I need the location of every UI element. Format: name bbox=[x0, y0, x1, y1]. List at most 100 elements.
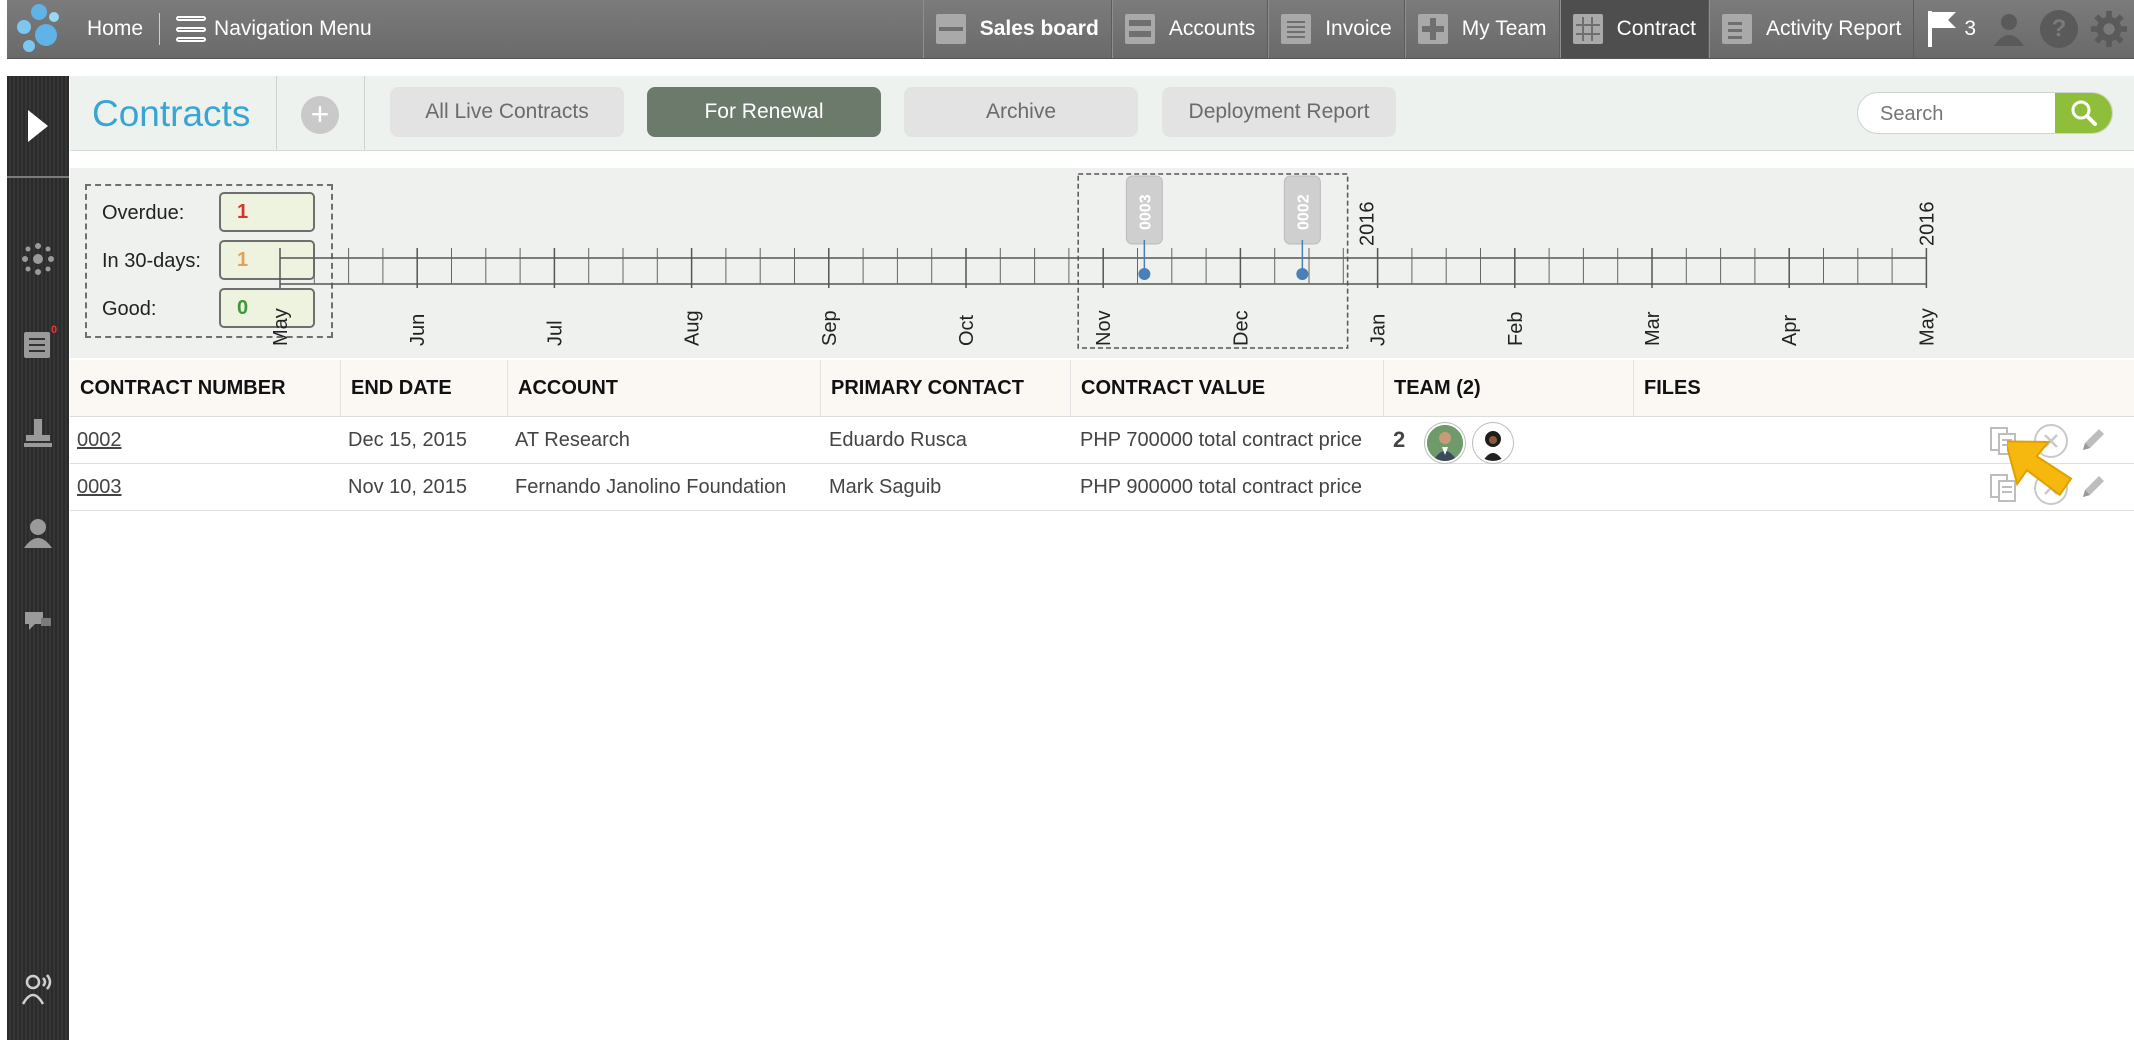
top-navigation-bar: Home Navigation Menu Sales board Account… bbox=[7, 0, 2134, 58]
tab-all-live-contracts[interactable]: All Live Contracts bbox=[390, 87, 624, 137]
activity-report-icon bbox=[1721, 14, 1752, 44]
timeline-marker-label: 0003 bbox=[1137, 194, 1154, 230]
user-icon[interactable] bbox=[7, 516, 69, 550]
contract-value-cell: PHP 900000 total contract price bbox=[1080, 476, 1363, 498]
notifications-flag[interactable]: 3 bbox=[1914, 9, 1984, 49]
timeline-month-label: Feb bbox=[1505, 312, 1527, 346]
tab-archive[interactable]: Archive bbox=[904, 87, 1138, 137]
timeline-month-label: Dec bbox=[1230, 310, 1252, 346]
timeline-month-label: Jan bbox=[1368, 314, 1390, 346]
account-cell: AT Research bbox=[515, 429, 630, 451]
navigation-menu-label: Navigation Menu bbox=[214, 17, 372, 40]
nav-my-team[interactable]: My Team bbox=[1404, 0, 1560, 58]
flag-count: 3 bbox=[1964, 17, 1976, 40]
contract-icon bbox=[1572, 14, 1603, 44]
home-link[interactable]: Home bbox=[87, 17, 143, 41]
search-icon bbox=[2071, 100, 2097, 126]
settings-icon[interactable] bbox=[2090, 10, 2128, 48]
table-row[interactable]: 0002 Dec 15, 2015 AT Research Eduardo Ru… bbox=[70, 417, 2134, 464]
stamp-icon[interactable] bbox=[7, 416, 69, 450]
timeline-marker-dot bbox=[1138, 268, 1151, 280]
nav-activity-report[interactable]: Activity Report bbox=[1708, 0, 1915, 58]
timeline-year-label: 2016 bbox=[1916, 202, 1938, 247]
search-button[interactable] bbox=[2055, 93, 2112, 133]
column-header[interactable]: CONTRACT NUMBER bbox=[70, 360, 340, 416]
my-team-icon bbox=[1417, 14, 1448, 44]
nav-invoice[interactable]: Invoice bbox=[1268, 0, 1405, 58]
contract-number-cell: 0002 bbox=[77, 417, 122, 463]
timeline-month-label: Sep bbox=[819, 310, 841, 346]
left-sidebar: 0 bbox=[7, 76, 69, 1040]
expand-sidebar-button[interactable] bbox=[7, 76, 69, 178]
table-row[interactable]: 0003 Nov 10, 2015 Fernando Janolino Foun… bbox=[70, 464, 2134, 511]
nav-sales-board[interactable]: Sales board bbox=[922, 0, 1112, 58]
primary-contact-cell: Eduardo Rusca bbox=[829, 429, 967, 451]
avatar[interactable] bbox=[1473, 423, 1513, 463]
search-input[interactable] bbox=[1858, 93, 2082, 133]
team-count: 2 bbox=[1393, 427, 1406, 452]
timeline-marker-label: 0002 bbox=[1295, 194, 1312, 230]
timeline-month-label: May bbox=[1916, 308, 1938, 346]
navigation-menu-button[interactable]: Navigation Menu bbox=[176, 16, 372, 42]
avatar[interactable] bbox=[1425, 423, 1465, 463]
timeline-month-label: Oct bbox=[956, 314, 978, 346]
network-icon[interactable] bbox=[7, 242, 69, 276]
divider bbox=[159, 13, 161, 45]
column-header[interactable]: CONTRACT VALUE bbox=[1070, 360, 1383, 416]
timeline-month-label: May bbox=[270, 308, 292, 346]
nav-contract[interactable]: Contract bbox=[1559, 0, 1709, 58]
timeline-month-label: Mar bbox=[1642, 311, 1664, 346]
nav-label: My Team bbox=[1461, 17, 1547, 40]
help-icon[interactable]: ? bbox=[2040, 10, 2078, 48]
timeline-month-label: Jun bbox=[407, 314, 429, 346]
contract-number-cell: 0003 bbox=[77, 464, 122, 510]
pointer-cursor-icon bbox=[2007, 440, 2073, 497]
table-header: CONTRACT NUMBER END DATE ACCOUNT PRIMARY… bbox=[70, 360, 2134, 417]
nav-accounts[interactable]: Accounts bbox=[1111, 0, 1269, 58]
tab-deployment-report[interactable]: Deployment Report bbox=[1162, 87, 1396, 137]
end-date-cell: Dec 15, 2015 bbox=[348, 429, 467, 451]
column-header[interactable]: END DATE bbox=[340, 360, 507, 416]
nav-label: Activity Report bbox=[1765, 17, 1902, 40]
user-icon[interactable] bbox=[1990, 10, 2028, 48]
contract-value-cell: PHP 700000 total contract price bbox=[1080, 429, 1363, 451]
contract-number-link[interactable]: 0003 bbox=[77, 476, 122, 498]
contract-number-link[interactable]: 0002 bbox=[77, 429, 122, 451]
menu-icon bbox=[176, 16, 207, 42]
timeline: May Jun Jul Aug Sep Oct Nov Dec Jan Feb Mar Apr May 2… bbox=[270, 173, 1938, 349]
timeline-month-label: Apr bbox=[1779, 315, 1801, 346]
search-box bbox=[1857, 92, 2113, 134]
primary-contact-cell: Mark Saguib bbox=[829, 476, 942, 498]
nav-label: Contract bbox=[1616, 17, 1696, 40]
invoice-icon bbox=[1281, 14, 1312, 44]
column-header[interactable]: PRIMARY CONTACT bbox=[820, 360, 1070, 416]
add-contract-button[interactable]: + bbox=[301, 96, 339, 134]
expand-icon bbox=[28, 110, 48, 142]
sales-board-icon bbox=[935, 14, 966, 44]
divider bbox=[364, 76, 365, 150]
end-date-cell: Nov 10, 2015 bbox=[348, 476, 467, 498]
column-header[interactable]: TEAM (2) bbox=[1383, 360, 1633, 416]
timeline-month-label: Nov bbox=[1093, 310, 1115, 346]
timeline-month-label: Jul bbox=[544, 320, 566, 346]
accounts-icon bbox=[1124, 14, 1155, 44]
app-logo-icon[interactable] bbox=[7, 0, 67, 58]
timeline-marker-dot bbox=[1296, 268, 1309, 280]
timeline-year-label: 2016 bbox=[1357, 202, 1379, 247]
contracts-header: Contracts + All Live Contracts For Renew… bbox=[70, 76, 2134, 151]
chat-icon[interactable] bbox=[7, 606, 69, 636]
nav-label: Accounts bbox=[1168, 17, 1256, 40]
list-badge: 0 bbox=[51, 324, 58, 336]
timeline-month-label: Aug bbox=[682, 310, 704, 346]
nav-label: Sales board bbox=[979, 17, 1099, 40]
flag-icon bbox=[1928, 11, 1957, 47]
column-header[interactable]: FILES bbox=[1633, 360, 2134, 416]
list-icon[interactable]: 0 bbox=[7, 324, 69, 362]
contracts-table: CONTRACT NUMBER END DATE ACCOUNT PRIMARY… bbox=[70, 360, 2134, 511]
page-title: Contracts bbox=[92, 93, 251, 134]
nav-label: Invoice bbox=[1325, 17, 1392, 40]
contact-broadcast-icon[interactable] bbox=[7, 972, 69, 1006]
column-header[interactable]: ACCOUNT bbox=[507, 360, 820, 416]
tab-for-renewal[interactable]: For Renewal bbox=[647, 87, 881, 137]
renewal-timeline-panel: Overdue: 1 In 30-days: 1 Good: 0 May Jun J… bbox=[70, 168, 2134, 358]
